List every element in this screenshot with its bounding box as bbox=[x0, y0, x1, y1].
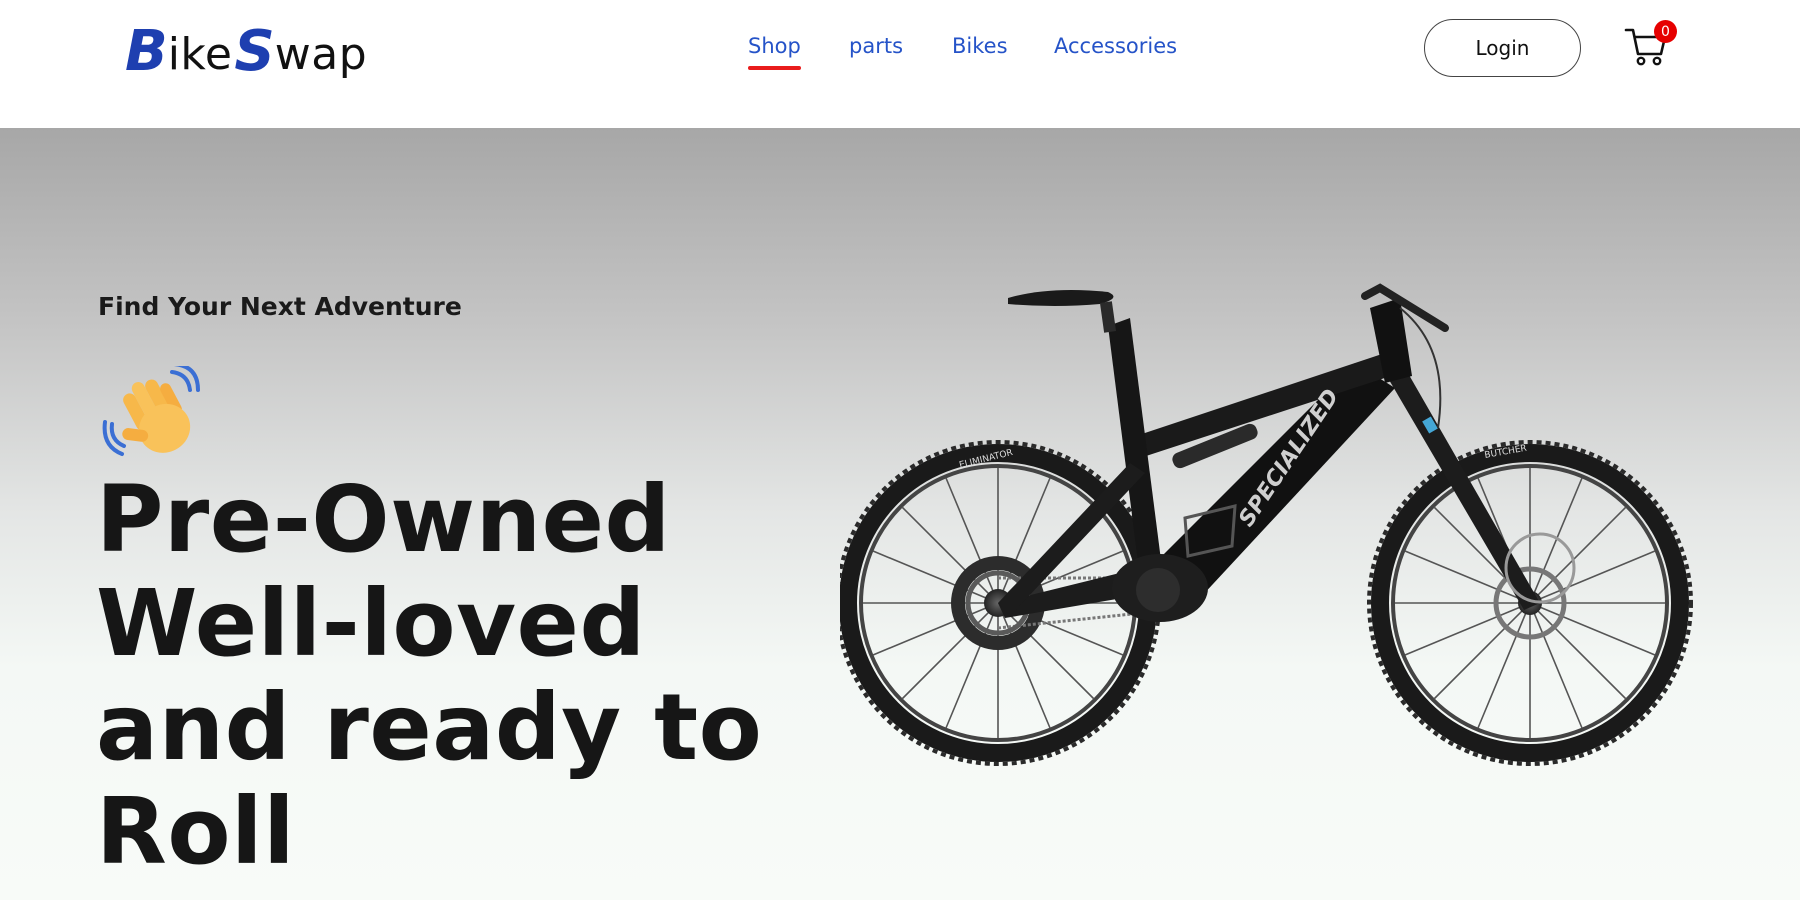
login-button[interactable]: Login bbox=[1424, 19, 1581, 77]
headline-line-1: Pre-Owned bbox=[96, 466, 671, 573]
nav-link-accessories[interactable]: Accessories bbox=[1054, 34, 1177, 58]
cart-count-badge: 0 bbox=[1654, 20, 1677, 43]
hero-eyebrow: Find Your Next Adventure bbox=[98, 292, 462, 321]
logo-letter-b: B bbox=[125, 19, 168, 84]
nav-link-parts[interactable]: parts bbox=[849, 34, 903, 58]
headline-line-4: Roll bbox=[96, 778, 296, 885]
headline-line-2: Well-loved bbox=[96, 570, 646, 677]
hero-section: Find Your Next Adventure Pre-Owned Well-… bbox=[0, 128, 1800, 900]
nav-link-bikes[interactable]: Bikes bbox=[952, 34, 1008, 58]
site-header: B ike S wap Shop parts Bikes Accessories… bbox=[0, 0, 1800, 128]
logo-text-ike: ike bbox=[167, 29, 233, 80]
hero-headline: Pre-Owned Well-loved and ready to Roll bbox=[96, 468, 816, 884]
mountain-bike-image: ELIMINATOR BUTCHER SPECIALIZED bbox=[840, 283, 1693, 766]
cart-button[interactable]: 0 bbox=[1624, 20, 1680, 70]
bikeswap-logo[interactable]: B ike S wap bbox=[125, 8, 367, 80]
headline-line-3: and ready to bbox=[96, 674, 763, 781]
waving-hand-icon bbox=[100, 362, 210, 466]
logo-letter-s: S bbox=[234, 19, 275, 84]
logo-text-wap: wap bbox=[274, 29, 368, 80]
nav-link-shop[interactable]: Shop bbox=[748, 34, 801, 70]
